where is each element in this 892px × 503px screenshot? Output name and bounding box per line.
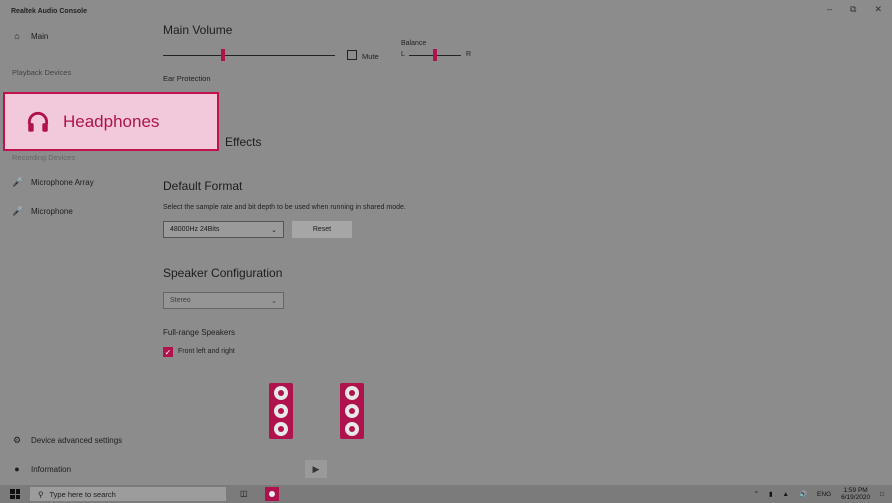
headphones-label: Headphones xyxy=(63,111,160,131)
ear-protection-label: Ear Protection xyxy=(163,74,211,83)
microphone-icon: 🎤 xyxy=(12,206,24,216)
balance-right-label: R xyxy=(466,51,472,58)
reset-button[interactable]: Reset xyxy=(292,221,352,238)
taskbar-search[interactable]: ⚲ Type here to search xyxy=(30,487,226,501)
playback-section-heading: Playback Devices xyxy=(12,68,72,77)
effects-title: Effects xyxy=(225,135,262,149)
front-left-right-label: Front left and right xyxy=(178,348,235,355)
home-icon: ⌂ xyxy=(14,31,20,41)
sidebar-item-information[interactable]: ● Information xyxy=(12,464,71,474)
sidebar-item-microphone-array[interactable]: 🎤 Microphone Array xyxy=(12,177,94,188)
network-icon[interactable]: ▲ xyxy=(783,491,789,498)
system-tray: ⌃ ▮ ▲ 🔊 ENG 1:59 PM 6/19/2020 □ xyxy=(753,487,884,501)
left-speaker[interactable] xyxy=(269,383,293,439)
sidebar-item-label: Microphone xyxy=(31,207,73,216)
default-format-description: Select the sample rate and bit depth to … xyxy=(163,204,406,211)
chevron-up-icon[interactable]: ⌃ xyxy=(753,490,758,498)
main-volume-slider[interactable] xyxy=(163,55,335,56)
app-window: Realtek Audio Console – ⧉ ✕ ⌂ Main Playb… xyxy=(0,0,892,485)
recording-section-heading: Recording Devices xyxy=(12,153,75,162)
window-controls: – ⧉ ✕ xyxy=(827,4,882,15)
full-range-title: Full-range Speakers xyxy=(163,328,236,337)
default-format-value: 48000Hz 24Bits xyxy=(170,226,220,233)
balance-left-label: L xyxy=(401,51,405,58)
close-icon[interactable]: ✕ xyxy=(874,4,882,15)
sidebar: ⌂ Main Playback Devices Recording Device… xyxy=(0,0,152,485)
clock-time: 1:59 PM xyxy=(843,487,868,494)
sidebar-item-label: Main xyxy=(31,31,49,41)
gear-icon: ⚙ xyxy=(12,435,22,445)
front-left-right-checkbox[interactable]: ✓ xyxy=(163,347,173,357)
speaker-configuration-value: Stereo xyxy=(170,297,191,304)
sidebar-item-label: Microphone Array xyxy=(31,178,94,187)
info-icon: ● xyxy=(14,464,20,474)
mute-checkbox[interactable] xyxy=(347,50,357,60)
default-format-select[interactable]: 48000Hz 24Bits ⌄ xyxy=(163,221,284,238)
main-volume-title: Main Volume xyxy=(163,23,233,37)
sidebar-item-main[interactable]: ⌂ Main xyxy=(12,31,48,41)
sidebar-item-label: Device advanced settings xyxy=(31,436,123,445)
windows-start-icon[interactable] xyxy=(10,489,20,499)
mute-label: Mute xyxy=(362,52,379,61)
microphone-icon: 🎤 xyxy=(12,177,24,187)
task-view-icon[interactable]: ◫ xyxy=(240,489,248,498)
chevron-down-icon: ⌄ xyxy=(271,226,277,234)
minimize-icon[interactable]: – xyxy=(827,4,832,15)
sidebar-item-device-advanced-settings[interactable]: ⚙ Device advanced settings xyxy=(12,435,122,446)
speaker-configuration-title: Speaker Configuration xyxy=(163,266,283,280)
notification-icon[interactable]: □ xyxy=(880,491,884,498)
balance-title: Balance xyxy=(401,40,427,47)
chevron-down-icon: ⌄ xyxy=(271,297,277,305)
restore-icon[interactable]: ⧉ xyxy=(850,4,856,15)
speaker-configuration-select[interactable]: Stereo ⌄ xyxy=(163,292,284,309)
play-icon[interactable]: ▶ xyxy=(305,460,327,478)
taskbar: ⚲ Type here to search ◫ ⌃ ▮ ▲ 🔊 ENG 1:59… xyxy=(0,485,892,503)
right-speaker[interactable] xyxy=(340,383,364,439)
sidebar-item-label: Information xyxy=(31,464,72,474)
search-placeholder: Type here to search xyxy=(49,489,116,499)
balance-thumb[interactable] xyxy=(433,49,437,61)
volume-icon[interactable]: 🔊 xyxy=(799,490,807,498)
battery-icon[interactable]: ▮ xyxy=(769,490,773,498)
clock-date: 6/19/2020 xyxy=(841,494,871,501)
realtek-app-icon[interactable] xyxy=(265,487,279,501)
default-format-title: Default Format xyxy=(163,179,243,193)
headphones-device-highlight[interactable]: Headphones xyxy=(3,92,219,151)
headphones-icon xyxy=(27,111,49,132)
clock[interactable]: 1:59 PM 6/19/2020 xyxy=(841,487,870,501)
main-volume-thumb[interactable] xyxy=(221,49,226,61)
search-icon: ⚲ xyxy=(38,489,44,499)
language-indicator[interactable]: ENG xyxy=(817,491,831,498)
sidebar-item-microphone[interactable]: 🎤 Microphone xyxy=(12,206,73,217)
